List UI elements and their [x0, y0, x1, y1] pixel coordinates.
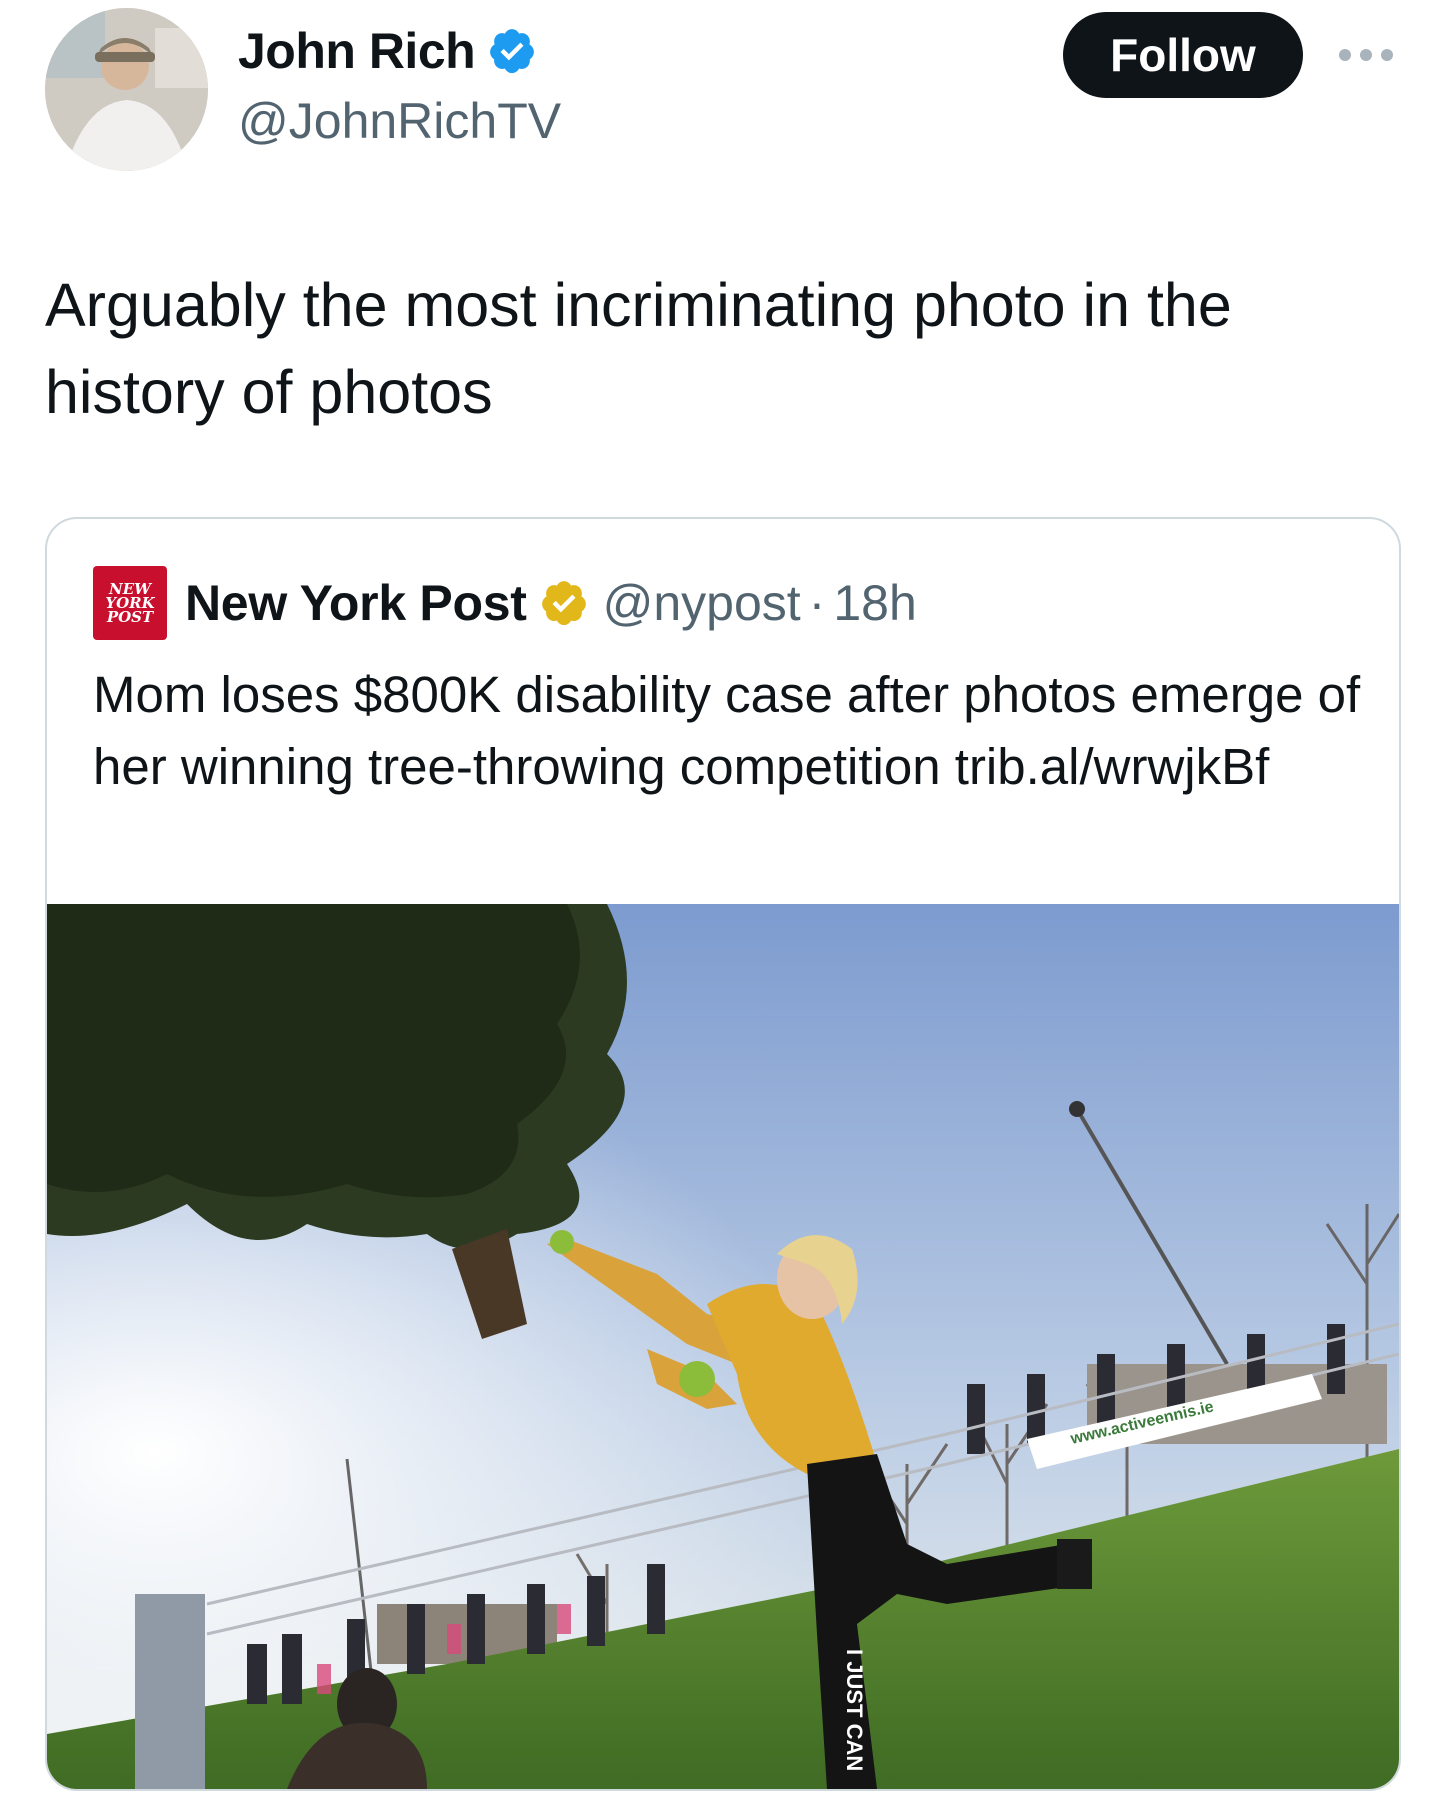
leggings-text: I JUST CAN [842, 1649, 867, 1771]
logo-line-3: POST [106, 608, 154, 626]
author-handle[interactable]: @JohnRichTV [238, 92, 561, 150]
quoted-tweet-text: Mom loses $800K disability case after ph… [93, 666, 1361, 795]
quoted-tweet-photo[interactable]: www.activeennis.ie I JUST CAN [47, 904, 1399, 1789]
gold-verified-badge-icon [541, 581, 586, 626]
follow-button[interactable]: Follow [1063, 12, 1303, 98]
verified-badge-icon [490, 29, 535, 74]
quoted-author-name[interactable]: New York Post [185, 574, 527, 632]
tree-throw-photo: www.activeennis.ie I JUST CAN [47, 904, 1399, 1789]
avatar[interactable] [45, 8, 208, 171]
quoted-tweet[interactable]: NEW YORK POST New York Post @nypost · 18… [45, 517, 1401, 1791]
tweet-text: Arguably the most incriminating photo in… [45, 271, 1232, 426]
quoted-handle[interactable]: @nypost [603, 574, 801, 632]
more-icon[interactable] [1338, 48, 1394, 62]
quoted-tweet-header: NEW YORK POST New York Post @nypost · 18… [93, 566, 917, 640]
quoted-timestamp[interactable]: 18h [833, 574, 916, 632]
nypost-logo[interactable]: NEW YORK POST [93, 566, 167, 640]
author-name[interactable]: John Rich [238, 22, 476, 80]
avatar-photo [45, 8, 208, 171]
separator-dot: · [808, 575, 826, 631]
author-name-row: John Rich [238, 22, 537, 80]
